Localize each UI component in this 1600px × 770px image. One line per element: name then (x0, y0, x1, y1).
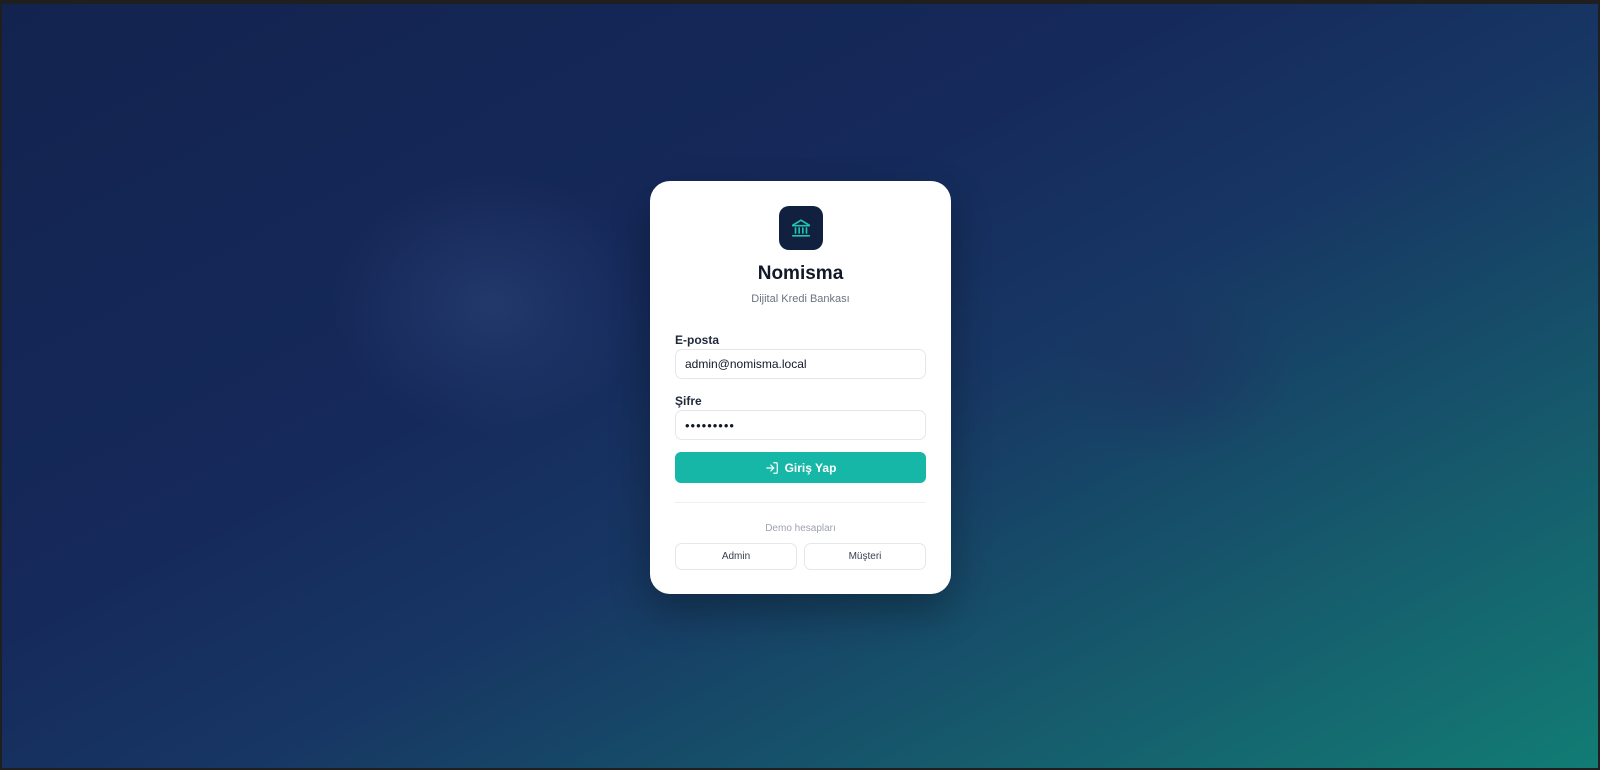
app-subtitle: Dijital Kredi Bankası (751, 293, 850, 305)
password-label: Şifre (675, 394, 702, 408)
login-button[interactable]: Giriş Yap (675, 452, 926, 483)
login-arrow-icon (765, 461, 779, 475)
divider (675, 502, 926, 503)
login-card: Nomisma Dijital Kredi Bankası E-posta Şi… (650, 181, 951, 594)
email-label: E-posta (675, 333, 720, 347)
bank-building-icon (779, 206, 823, 250)
email-field[interactable] (675, 349, 926, 379)
demo-admin-button[interactable]: Admin (675, 543, 797, 570)
login-button-label: Giriş Yap (784, 460, 837, 475)
demo-accounts-label: Demo hesapları (765, 523, 836, 534)
password-field[interactable] (675, 410, 926, 440)
app-title: Nomisma (757, 263, 844, 284)
demo-customer-button[interactable]: Müşteri (804, 543, 926, 570)
